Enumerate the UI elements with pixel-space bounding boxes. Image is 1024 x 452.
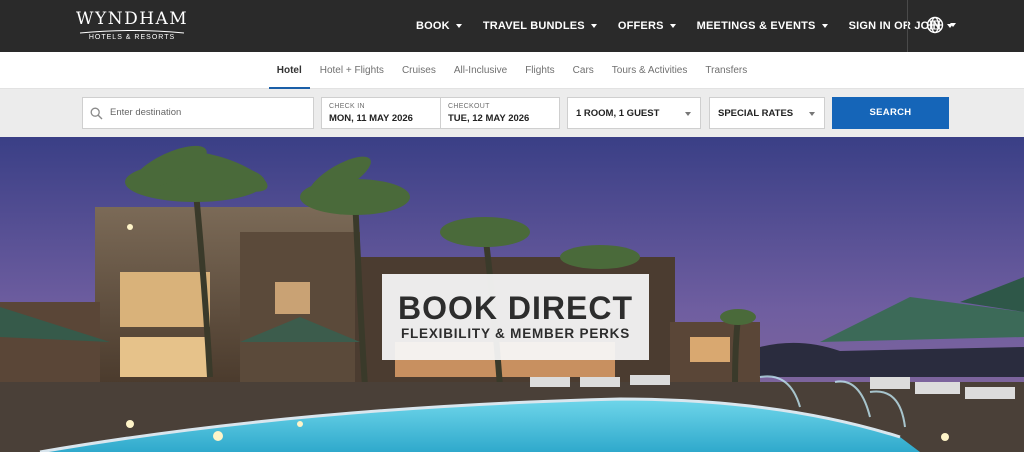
chevron-down-icon — [821, 24, 828, 28]
top-navigation-bar: WYNDHAM HOTELS & RESORTS BOOK TRAVEL BUN… — [0, 0, 1024, 52]
brand-name: WYNDHAM — [76, 9, 189, 29]
tab-transfers[interactable]: Transfers — [696, 52, 756, 89]
main-nav: BOOK TRAVEL BUNDLES OFFERS MEETINGS & EV… — [416, 0, 974, 52]
search-button[interactable]: SEARCH — [832, 97, 949, 129]
checkout-label: CHECKOUT — [448, 103, 490, 110]
brand-tagline: HOTELS & RESORTS — [88, 34, 176, 41]
tab-hotel-flights[interactable]: Hotel + Flights — [311, 52, 393, 89]
chevron-down-icon — [809, 112, 815, 116]
tab-all-inclusive[interactable]: All-Inclusive — [445, 52, 516, 89]
tab-cars[interactable]: Cars — [564, 52, 603, 89]
chevron-down-icon — [590, 24, 597, 28]
nav-meetings-events-label: MEETINGS & EVENTS — [696, 20, 816, 32]
search-icon — [90, 107, 103, 120]
tab-hotel[interactable]: Hotel — [268, 52, 311, 89]
nav-divider — [907, 0, 908, 52]
hero-banner: BOOK DIRECT FLEXIBILITY & MEMBER PERKS — [0, 137, 1024, 452]
destination-placeholder: Enter destination — [110, 107, 182, 118]
hotel-search-bar: Enter destination CHECK IN MON, 11 MAY 2… — [0, 89, 1024, 137]
promo-card[interactable]: BOOK DIRECT FLEXIBILITY & MEMBER PERKS — [382, 274, 649, 360]
checkin-date-field[interactable]: CHECK IN MON, 11 MAY 2026 — [321, 97, 441, 129]
globe-icon — [926, 16, 944, 34]
nav-travel-bundles[interactable]: TRAVEL BUNDLES — [483, 20, 597, 32]
checkin-value: MON, 11 MAY 2026 — [329, 113, 413, 124]
nav-travel-bundles-label: TRAVEL BUNDLES — [482, 20, 585, 32]
tab-tours-activities[interactable]: Tours & Activities — [603, 52, 697, 89]
nav-offers-label: OFFERS — [617, 20, 664, 32]
special-rates-value: SPECIAL RATES — [718, 108, 794, 119]
nav-book-label: BOOK — [416, 20, 450, 32]
wyndham-logo[interactable]: WYNDHAM HOTELS & RESORTS — [76, 10, 188, 44]
checkout-value: TUE, 12 MAY 2026 — [448, 113, 530, 124]
destination-input[interactable]: Enter destination — [82, 97, 314, 129]
language-selector[interactable] — [926, 16, 956, 34]
nav-book[interactable]: BOOK — [416, 20, 462, 32]
checkout-date-field[interactable]: CHECKOUT TUE, 12 MAY 2026 — [440, 97, 560, 129]
chevron-down-icon — [669, 24, 676, 28]
tab-flights[interactable]: Flights — [516, 52, 563, 89]
promo-subheadline: FLEXIBILITY & MEMBER PERKS — [400, 326, 631, 341]
special-rates-select[interactable]: SPECIAL RATES — [709, 97, 825, 129]
checkin-label: CHECK IN — [329, 103, 365, 110]
booking-type-tabs: Hotel Hotel + Flights Cruises All-Inclus… — [0, 52, 1024, 89]
rooms-guests-select[interactable]: 1 ROOM, 1 GUEST — [567, 97, 701, 129]
chevron-down-icon — [455, 24, 462, 28]
chevron-down-icon — [685, 112, 691, 116]
promo-headline: BOOK DIRECT — [398, 290, 633, 326]
rooms-guests-value: 1 ROOM, 1 GUEST — [576, 108, 660, 119]
tab-cruises[interactable]: Cruises — [393, 52, 445, 89]
chevron-down-icon — [950, 23, 956, 27]
nav-offers[interactable]: OFFERS — [618, 20, 676, 32]
nav-meetings-events[interactable]: MEETINGS & EVENTS — [697, 20, 828, 32]
